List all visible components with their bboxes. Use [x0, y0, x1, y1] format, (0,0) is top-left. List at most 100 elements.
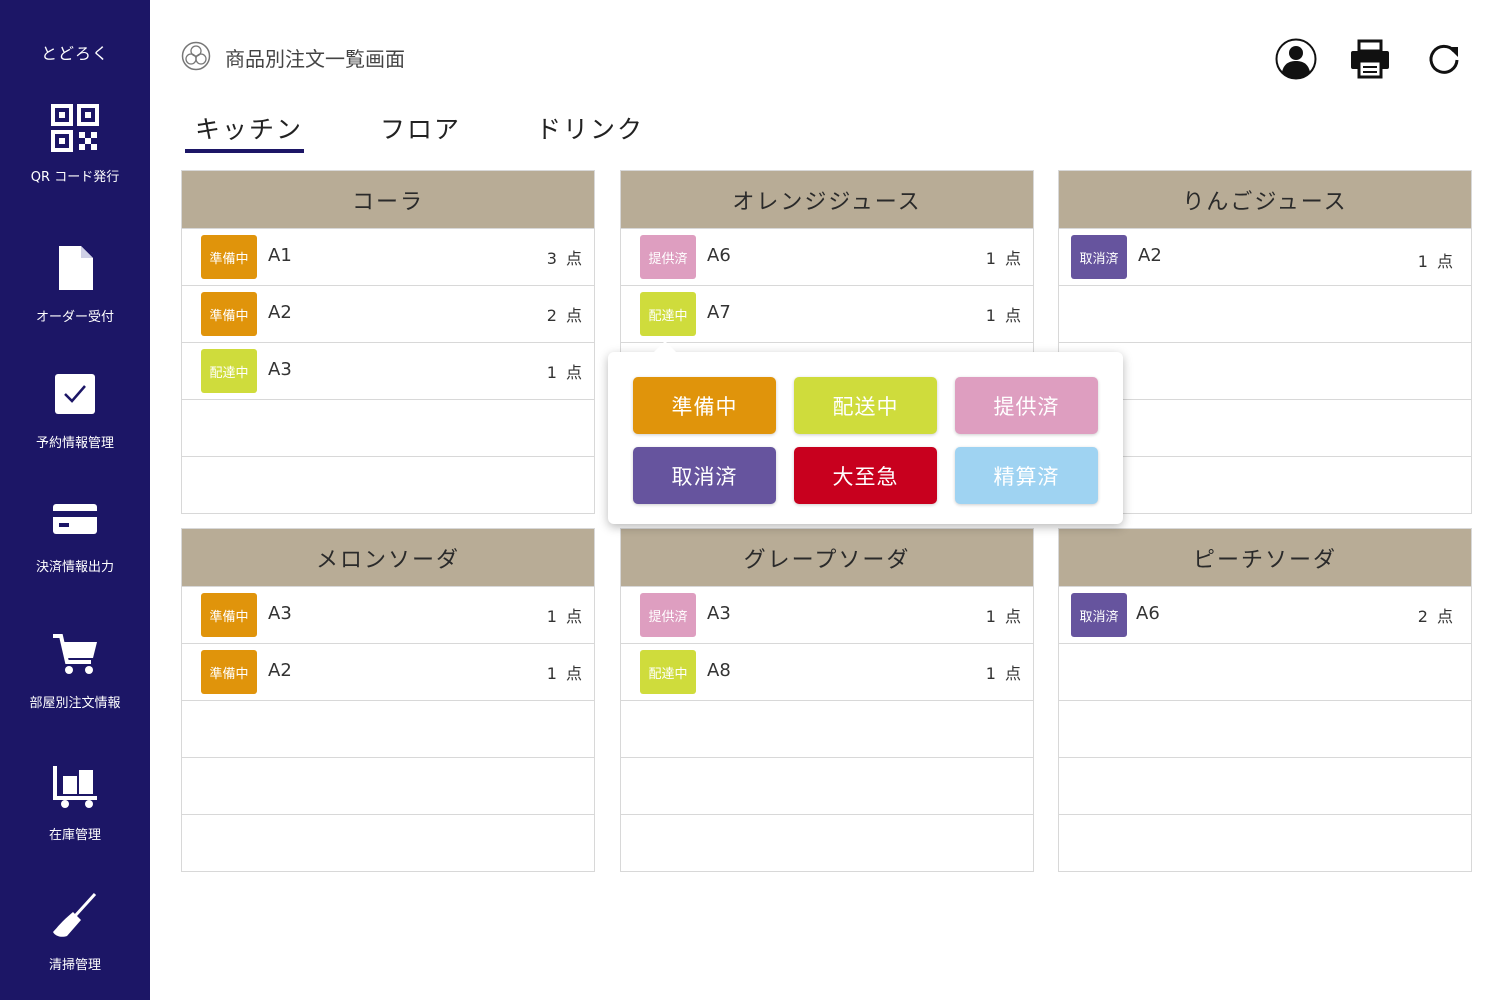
order-quantity: 1 点: [985, 664, 1023, 683]
crest-logo-icon: [181, 41, 211, 71]
order-quantity: 1 点: [985, 306, 1023, 325]
table-number: A7: [707, 302, 731, 323]
product-card-grape-soda: グレープソーダ 提供済 A3 1 点 配達中 A8 1 点: [620, 528, 1034, 872]
status-change-popup: 準備中 配送中 提供済 取消済 大至急 精算済: [608, 341, 1123, 524]
status-badge[interactable]: 取消済: [1071, 593, 1127, 637]
table-number: A2: [1138, 245, 1162, 266]
status-badge[interactable]: 準備中: [201, 593, 257, 637]
status-option-served[interactable]: 提供済: [955, 377, 1098, 434]
sidebar-item-payment-export[interactable]: 決済情報出力: [0, 492, 150, 575]
product-card-melon-soda: メロンソーダ 準備中 A3 1 点 準備中 A2 1 点: [181, 528, 595, 872]
table-number: A6: [707, 245, 731, 266]
user-icon: [1275, 38, 1317, 80]
status-badge[interactable]: 提供済: [640, 593, 696, 637]
status-badge[interactable]: 提供済: [640, 235, 696, 279]
product-name: メロンソーダ: [182, 529, 594, 586]
sidebar-item-cleaning[interactable]: 清掃管理: [0, 890, 150, 973]
order-quantity: 1 点: [985, 607, 1023, 626]
status-badge[interactable]: 準備中: [201, 650, 257, 694]
status-badge[interactable]: 取消済: [1071, 235, 1127, 279]
checkbox-icon: [55, 374, 95, 414]
status-badge[interactable]: 配達中: [201, 349, 257, 393]
active-tab-indicator: [185, 149, 304, 153]
order-row: 配達中 A8 1 点: [621, 643, 1033, 700]
sidebar-item-label: 予約情報管理: [35, 436, 114, 451]
sidebar-item-inventory[interactable]: 在庫管理: [0, 760, 150, 843]
table-number: A3: [707, 603, 731, 624]
order-quantity: 1 点: [546, 363, 584, 382]
empty-row: [621, 700, 1033, 757]
status-badge[interactable]: 準備中: [201, 292, 257, 336]
order-quantity: 1 点: [546, 607, 584, 626]
product-name: ピーチソーダ: [1059, 529, 1471, 586]
tab-kitchen[interactable]: キッチン: [195, 110, 303, 146]
empty-row: [621, 814, 1033, 871]
sidebar-item-label: 決済情報出力: [35, 560, 114, 575]
order-row: 準備中 A1 3 点: [182, 228, 594, 285]
brand-name: とどろく: [40, 44, 109, 63]
tab-drink[interactable]: ドリンク: [536, 110, 644, 146]
refresh-icon: [1429, 44, 1459, 74]
table-number: A8: [707, 660, 731, 681]
qr-code-icon: [51, 104, 99, 152]
sidebar-item-reservations[interactable]: 予約情報管理: [0, 368, 150, 451]
order-quantity: 1 点: [985, 249, 1023, 268]
order-row: 準備中 A2 1 点: [182, 643, 594, 700]
sidebar-item-label: 在庫管理: [48, 828, 101, 843]
table-number: A2: [268, 302, 292, 323]
status-option-preparing[interactable]: 準備中: [633, 377, 776, 434]
sidebar-item-label: オーダー受付: [35, 310, 114, 325]
order-quantity: 1 点: [1417, 252, 1455, 271]
credit-card-icon: [53, 504, 97, 534]
sidebar-item-qr-code[interactable]: QR コード発行: [0, 102, 150, 185]
sidebar-item-order-reception[interactable]: オーダー受付: [0, 242, 150, 325]
order-quantity: 1 点: [546, 664, 584, 683]
status-option-urgent[interactable]: 大至急: [794, 447, 937, 504]
order-row: 準備中 A3 1 点: [182, 586, 594, 643]
status-badge[interactable]: 準備中: [201, 235, 257, 279]
order-row: 取消済 A6 2 点: [1059, 586, 1471, 643]
printer-icon: [1351, 39, 1389, 79]
popup-arrow: [653, 341, 677, 353]
refresh-button[interactable]: [1422, 37, 1466, 81]
cart-icon: [53, 634, 97, 674]
user-button[interactable]: [1274, 37, 1318, 81]
order-quantity: 3 点: [546, 249, 584, 268]
sidebar-item-room-orders[interactable]: 部屋別注文情報: [0, 628, 150, 711]
status-badge[interactable]: 配達中: [640, 292, 696, 336]
order-row: 取消済 A2 1 点: [1059, 228, 1471, 285]
sidebar-item-label: 清掃管理: [48, 958, 101, 973]
print-button[interactable]: [1348, 37, 1392, 81]
empty-row: [182, 399, 594, 456]
sidebar-item-label: QR コード発行: [30, 170, 120, 185]
product-name: グレープソーダ: [621, 529, 1033, 586]
table-number: A1: [268, 245, 292, 266]
table-number: A2: [268, 660, 292, 681]
product-card-cola: コーラ 準備中 A1 3 点 準備中 A2 2 点 配達中 A3 1 点: [181, 170, 595, 514]
empty-row: [1059, 757, 1471, 814]
order-row: 提供済 A3 1 点: [621, 586, 1033, 643]
sidebar: とどろく QR コード発行 オーダー受付 予約情報管理 決済情報出力 部屋別注文…: [0, 0, 150, 1000]
order-quantity: 2 点: [1417, 607, 1455, 626]
order-quantity: 2 点: [546, 306, 584, 325]
status-option-cancelled[interactable]: 取消済: [633, 447, 776, 504]
order-row: 提供済 A6 1 点: [621, 228, 1033, 285]
tab-floor[interactable]: フロア: [380, 110, 461, 146]
sidebar-item-label: 部屋別注文情報: [29, 696, 121, 711]
product-name: りんごジュース: [1059, 171, 1471, 228]
product-card-peach-soda: ピーチソーダ 取消済 A6 2 点: [1058, 528, 1472, 872]
empty-row: [1059, 700, 1471, 757]
empty-row: [182, 814, 594, 871]
status-option-delivering[interactable]: 配送中: [794, 377, 937, 434]
order-row: 配達中 A3 1 点: [182, 342, 594, 399]
status-badge[interactable]: 配達中: [640, 650, 696, 694]
empty-row: [1059, 814, 1471, 871]
table-number: A3: [268, 359, 292, 380]
table-number: A6: [1136, 603, 1160, 624]
status-option-paid[interactable]: 精算済: [955, 447, 1098, 504]
inventory-cart-icon: [53, 766, 97, 808]
broom-icon: [53, 892, 97, 937]
order-row: 配達中 A7 1 点: [621, 285, 1033, 342]
empty-row: [182, 757, 594, 814]
order-row: 準備中 A2 2 点: [182, 285, 594, 342]
